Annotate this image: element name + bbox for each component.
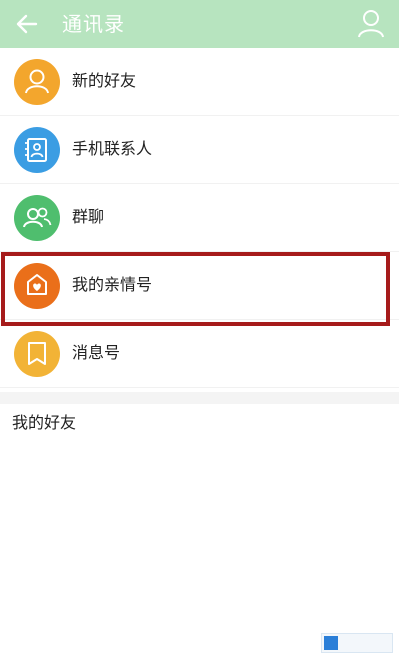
message-account-icon (14, 331, 60, 377)
back-arrow-icon[interactable] (14, 12, 40, 36)
menu-item-label: 我的亲情号 (72, 275, 153, 294)
new-friend-icon (14, 59, 60, 105)
contacts-menu-list: 新的好友 手机联系人 群聊 我的亲情号 消息号 (0, 48, 399, 388)
phone-contacts-icon (14, 127, 60, 173)
my-friends-header: 我的好友 (12, 413, 77, 432)
page-title: 通讯录 (62, 12, 125, 36)
menu-item-new-friends[interactable]: 新的好友 (0, 48, 399, 116)
family-number-icon (14, 263, 60, 309)
menu-item-family-number[interactable]: 我的亲情号 (0, 252, 399, 320)
watermark (321, 633, 393, 653)
menu-item-label: 群聊 (72, 207, 105, 226)
menu-item-label: 手机联系人 (72, 139, 153, 158)
menu-item-label: 消息号 (72, 343, 121, 362)
top-bar: 通讯录 (0, 0, 399, 48)
menu-item-label: 新的好友 (72, 71, 137, 90)
contacts-screen: 通讯录 新的好友 手机联系人 群聊 我的亲情号 消息号 我的好友 (0, 0, 399, 665)
menu-item-group-chat[interactable]: 群聊 (0, 184, 399, 252)
group-chat-icon (14, 195, 60, 241)
user-profile-icon[interactable] (357, 8, 385, 38)
watermark-logo-icon (324, 636, 338, 650)
section-divider (0, 392, 399, 404)
menu-item-message-account[interactable]: 消息号 (0, 320, 399, 388)
menu-item-phone-contacts[interactable]: 手机联系人 (0, 116, 399, 184)
